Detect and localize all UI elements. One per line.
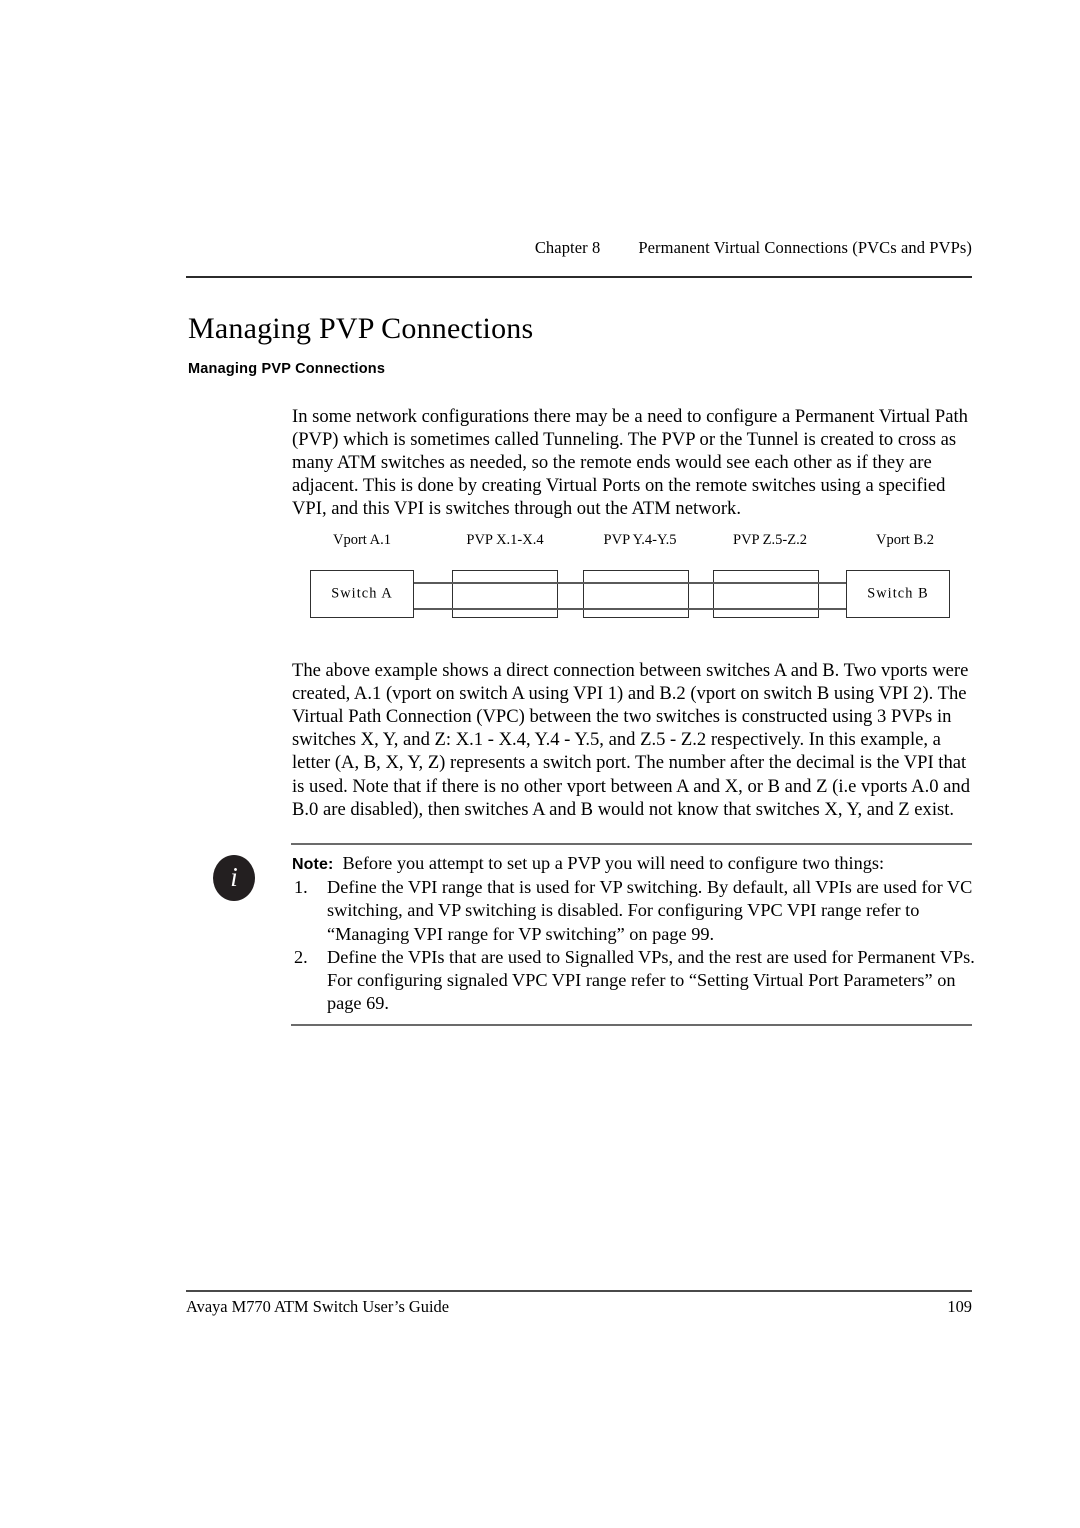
diagram-box-switch-z bbox=[713, 570, 819, 618]
diagram-box-switch-a-label: Switch A bbox=[311, 584, 413, 604]
info-icon-glyph: i bbox=[230, 861, 238, 892]
running-header: Chapter 8 Permanent Virtual Connections (… bbox=[186, 238, 972, 258]
wire-top-through-y bbox=[583, 582, 690, 584]
header-chapter-label: Chapter 8 bbox=[534, 238, 601, 257]
page-title: Managing PVP Connections bbox=[188, 312, 534, 346]
diagram-label-pvp-x: PVP X.1-X.4 bbox=[466, 532, 544, 548]
diagram-box-switch-x bbox=[452, 570, 558, 618]
wire-bottom-through-x bbox=[452, 608, 559, 610]
wire-top-through-x bbox=[452, 582, 559, 584]
note-bottom-divider bbox=[291, 1024, 972, 1026]
wire-bottom-through-y bbox=[583, 608, 690, 610]
note-item-marker: 2. bbox=[294, 946, 308, 967]
diagram-box-switch-x-label bbox=[453, 593, 557, 595]
footer-doc-title: Avaya M770 ATM Switch User’s Guide bbox=[186, 1297, 449, 1316]
section-subheading: Managing PVP Connections bbox=[188, 361, 386, 377]
footer-divider bbox=[186, 1290, 972, 1292]
note-list-item: 1. Define the VPI range that is used for… bbox=[292, 876, 976, 946]
note-item-marker: 1. bbox=[294, 877, 308, 898]
note-block: Note: Before you attempt to set up a PVP… bbox=[292, 852, 976, 1015]
diagram-box-switch-y-label bbox=[584, 593, 688, 595]
explanation-paragraph: The above example shows a direct connect… bbox=[292, 659, 971, 820]
diagram-box-switch-b-label: Switch B bbox=[847, 584, 949, 604]
wire-top-through-z bbox=[713, 582, 820, 584]
note-item-text: Define the VPIs that are used to Signall… bbox=[327, 946, 975, 1014]
note-item-text: Define the VPI range that is used for VP… bbox=[327, 877, 973, 944]
document-page: Chapter 8 Permanent Virtual Connections (… bbox=[0, 0, 1080, 1528]
note-list: 1. Define the VPI range that is used for… bbox=[292, 876, 976, 1015]
wire-bottom-through-z bbox=[713, 608, 820, 610]
note-list-item: 2. Define the VPIs that are used to Sign… bbox=[292, 946, 976, 1016]
footer-page-number: 109 bbox=[947, 1297, 972, 1316]
header-divider bbox=[186, 276, 972, 278]
note-top-divider bbox=[291, 843, 972, 845]
diagram-label-pvp-z: PVP Z.5-Z.2 bbox=[733, 532, 807, 548]
header-chapter-title: Permanent Virtual Connections (PVCs and … bbox=[638, 238, 972, 257]
diagram-label-pvp-y: PVP Y.4-Y.5 bbox=[603, 532, 677, 548]
note-lead-text: Before you attempt to set up a PVP you w… bbox=[342, 853, 885, 873]
diagram-box-switch-y bbox=[583, 570, 689, 618]
diagram-box-switch-b: Switch B bbox=[846, 570, 950, 618]
diagram-label-vport-a1: Vport A.1 bbox=[333, 532, 391, 548]
diagram-box-switch-a: Switch A bbox=[310, 570, 414, 618]
info-icon: i bbox=[213, 855, 255, 901]
note-keyword: Note: bbox=[292, 856, 334, 873]
intro-paragraph: In some network configurations there may… bbox=[292, 405, 968, 520]
note-lead: Note: Before you attempt to set up a PVP… bbox=[292, 852, 976, 876]
diagram-label-vport-b2: Vport B.2 bbox=[876, 532, 934, 548]
diagram-box-switch-z-label bbox=[714, 593, 818, 595]
pvp-topology-diagram: Vport A.1 PVP X.1-X.4 PVP Y.4-Y.5 PVP Z.… bbox=[300, 532, 970, 628]
